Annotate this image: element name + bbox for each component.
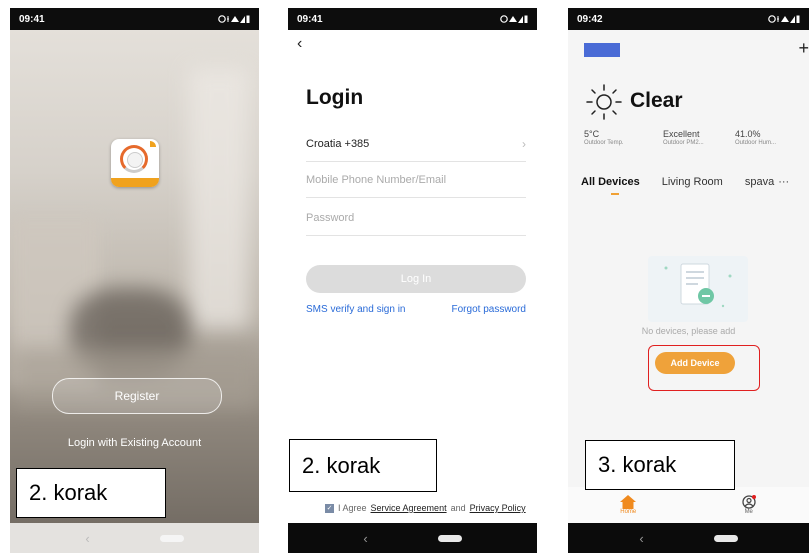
status-time: 09:41 (19, 13, 45, 25)
tab-living-room[interactable]: Living Room (662, 176, 723, 188)
stat-label: Outdoor Temp. (584, 140, 624, 146)
step-label-box: 3. korak (585, 440, 735, 490)
status-icons (218, 14, 250, 24)
stat-label: Outdoor PM2... (663, 140, 704, 146)
empty-state-text: No devices, please add (641, 326, 736, 336)
service-agreement-link[interactable]: Service Agreement (371, 503, 447, 513)
tab-home[interactable]: Home (620, 495, 636, 515)
bottom-tab-bar: Home Me (568, 487, 809, 523)
tab-me-label: Me (744, 509, 753, 515)
home-nav-icon[interactable] (713, 534, 738, 542)
tab-spava[interactable]: spava (745, 176, 774, 188)
signal-battery-icon (218, 15, 250, 23)
tab-indicator (611, 193, 619, 195)
status-bar: 09:41 (10, 8, 259, 30)
stat-pm25: Excellent Outdoor PM2... (663, 129, 704, 146)
home-nav-icon[interactable] (437, 534, 462, 542)
room-tabs: All Devices Living Room spava ··· (581, 176, 789, 188)
android-nav-bar: ‹ (568, 523, 809, 553)
agree-prefix: I Agree (338, 503, 367, 513)
page-title: Login (306, 86, 364, 109)
agreement-row: ✓ I Agree Service Agreement and Privacy … (325, 503, 526, 513)
plus-icon[interactable]: + (798, 38, 809, 59)
add-device-button[interactable]: Add Device (655, 352, 735, 374)
tab-home-label: Home (620, 509, 637, 515)
status-time: 09:42 (577, 13, 603, 25)
status-icons (768, 14, 800, 24)
phone-email-placeholder: Mobile Phone Number/Email (306, 174, 447, 186)
back-nav-icon[interactable]: ‹ (363, 531, 367, 546)
signal-battery-icon (768, 15, 800, 23)
stat-humidity: 41.0% Outdoor Hum... (735, 129, 776, 146)
stat-value: 5°C (584, 129, 600, 139)
more-tabs-icon[interactable]: ··· (778, 176, 789, 188)
status-bar: 09:41 (288, 8, 537, 30)
signal-battery-icon (500, 15, 528, 23)
status-time: 09:41 (297, 13, 323, 25)
step-label-box: 2. korak (289, 439, 437, 492)
tab-me[interactable]: Me (741, 495, 757, 515)
status-icons (500, 14, 528, 24)
weather-condition: Clear (630, 89, 683, 112)
stat-value: 41.0% (735, 129, 761, 139)
back-nav-icon[interactable]: ‹ (639, 531, 643, 546)
android-nav-bar: ‹ (10, 523, 259, 553)
agree-and: and (450, 503, 466, 513)
forgot-password-link[interactable]: Forgot password (452, 304, 526, 315)
tab-all-devices[interactable]: All Devices (581, 176, 640, 188)
login-existing-link[interactable]: Login with Existing Account (10, 437, 259, 449)
home-icon (620, 495, 637, 509)
login-button[interactable]: Log In (306, 265, 526, 293)
stat-value: Excellent (663, 129, 700, 139)
phone-email-field[interactable]: Mobile Phone Number/Email (306, 163, 526, 198)
stat-label: Outdoor Hum... (735, 140, 777, 146)
back-nav-icon[interactable]: ‹ (85, 531, 89, 546)
country-selector[interactable]: Croatia +385 › (306, 127, 526, 162)
background-blur (189, 68, 249, 328)
sun-icon (586, 84, 622, 120)
register-button[interactable]: Register (52, 378, 222, 414)
privacy-policy-link[interactable]: Privacy Policy (470, 503, 526, 513)
empty-state-illustration (648, 256, 748, 322)
home-nav-icon[interactable] (159, 534, 184, 542)
password-field[interactable]: Password (306, 201, 526, 236)
user-icon (742, 495, 756, 509)
agree-checkbox[interactable]: ✓ (325, 503, 334, 513)
step-label-box: 2. korak (16, 468, 166, 518)
country-value: Croatia +385 (306, 138, 370, 150)
android-nav-bar: ‹ (288, 523, 537, 553)
app-logo-icon (111, 139, 159, 187)
sms-verify-link[interactable]: SMS verify and sign in (306, 304, 406, 315)
stat-temp: 5°C Outdoor Temp. (584, 129, 624, 146)
password-placeholder: Password (306, 212, 355, 224)
chevron-right-icon: › (522, 137, 526, 151)
home-selector[interactable] (584, 43, 620, 57)
status-bar: 09:42 (568, 8, 809, 30)
back-chevron-icon[interactable]: ‹ (297, 35, 302, 53)
